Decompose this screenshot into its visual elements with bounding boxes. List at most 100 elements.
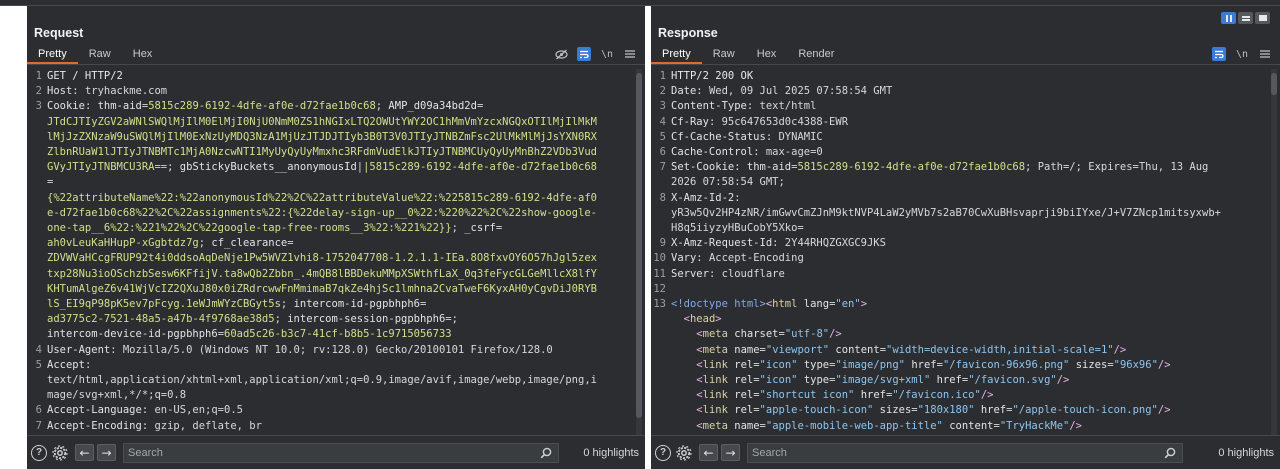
line-text: ah0vLeuKaHHupP-xGgbtdz7g; cf_clearance= (47, 236, 294, 251)
code-line: JTdCJTIyZGV2aWNlSWQlMjIlM0ElMjI0NjU0NmM0… (27, 115, 631, 130)
line-number (27, 175, 47, 190)
code-token: "TryHackMe" (999, 419, 1070, 432)
response-search-field[interactable] (747, 442, 1183, 463)
line-text: Cf-Ray: 95c647653d0c4388-EWR (671, 115, 848, 130)
code-token: lMjJzZXNzaW9uSWQlMjIlM0ExNzUyMDQ3NzA1MjU… (47, 130, 597, 143)
code-token: sizes (1075, 358, 1108, 371)
code-line: 11 Server: cloudflare (651, 267, 1266, 282)
code-token: ah0vLeuKaHHupP-xGgbtdz7g (47, 237, 199, 250)
code-token: > (715, 313, 722, 326)
response-editor[interactable]: 1 HTTP/2 200 OK 2 Date: Wed, 09 Jul 2025 07… (651, 69, 1266, 435)
code-token: intercom-session-pgpbhph6 (287, 313, 446, 326)
code-token: > (860, 298, 868, 311)
code-token: sizes (879, 404, 912, 417)
line-number (651, 221, 671, 236)
code-token: Set-Cookie (671, 161, 735, 174)
response-scrollbar[interactable] (1271, 69, 1277, 435)
line-text: {%22attributeName%22:%22anonymousId%22%2… (47, 191, 597, 206)
code-token: =; (445, 313, 458, 326)
code-token: AMP_d09a34bd2d (388, 100, 477, 113)
gear-icon[interactable] (675, 444, 693, 462)
request-tab-hex[interactable]: Hex (122, 46, 164, 64)
code-token: thm-aid (97, 100, 142, 113)
code-token: "viewport" (765, 343, 830, 356)
code-token: Content-Type (671, 100, 747, 113)
code-line: yR3w5Qv2HP4zNR/imGwvCmZJnM9ktNVP4LaW2yMV… (651, 206, 1266, 221)
line-text: <meta name="apple-mobile-web-app-title" … (671, 419, 1082, 434)
response-tab-pretty[interactable]: Pretty (651, 46, 702, 64)
previous-arrow-icon[interactable]: ← (75, 444, 94, 461)
code-token: gbStickyBuckets__anonymousId (179, 161, 357, 174)
help-icon[interactable]: ? (31, 444, 47, 461)
line-text: Cookie: thm-aid = 5815c289-6192-4dfe-af0e-… (47, 99, 483, 114)
code-token: 5815c289-6192-4dfe-af0e-d72fae1b0c68 (797, 161, 1026, 174)
code-token: : tryhackme.com (72, 85, 168, 98)
code-line: 2 Host: tryhackme.com (27, 84, 631, 99)
line-number (27, 327, 47, 342)
hide-nonprintable-icon[interactable] (554, 47, 568, 61)
line-number (651, 312, 671, 327)
single-pane-icon[interactable] (1255, 12, 1270, 24)
menu-icon[interactable] (623, 47, 637, 61)
wrap-lines-icon[interactable] (1212, 47, 1226, 61)
next-arrow-icon[interactable]: → (721, 444, 740, 461)
next-arrow-icon[interactable]: → (97, 444, 116, 461)
code-token: GVyJTIyJTNBMCU3RA== (47, 161, 168, 174)
search-icon[interactable] (540, 447, 552, 459)
code-token: : en-US,en;q=0.5 (141, 404, 243, 417)
newline-icon[interactable]: \n (600, 47, 614, 61)
wrap-lines-icon[interactable] (577, 47, 591, 61)
split-horizontal-icon[interactable] (1238, 12, 1253, 24)
code-token: link (702, 374, 728, 387)
code-token: ; (167, 161, 180, 174)
help-icon[interactable]: ? (655, 444, 671, 461)
code-token: : 2Y44RHQZGXGC9JKS (772, 237, 886, 250)
response-search-input[interactable] (748, 446, 1182, 459)
code-token: charset (734, 328, 779, 341)
code-line: <meta name="viewport" content="width=dev… (651, 343, 1266, 358)
previous-arrow-icon[interactable]: ← (699, 444, 718, 461)
response-tab-hex[interactable]: Hex (746, 46, 788, 64)
code-token: /> (980, 389, 994, 402)
line-text: yR3w5Qv2HP4zNR/imGwvCmZJnM9ktNVP4LaW2yMV… (671, 206, 1221, 221)
code-token: ; (375, 100, 389, 113)
code-token: content (949, 419, 994, 432)
code-token: html (772, 298, 798, 311)
code-line: 12 (651, 282, 1266, 297)
line-number (651, 403, 671, 418)
line-number: 2 (35, 85, 42, 98)
code-line: txp28Nu3ioOSchzbSesw6KFfijV.ta8wQb2Zbbn_… (27, 267, 631, 282)
code-line: 9 X-Amz-Request-Id: 2Y44RHQZGXGC9JKS (651, 236, 1266, 251)
code-line: intercom-device-id-pgpbhph6=60ad5c26-b3c… (27, 327, 631, 342)
newline-icon[interactable]: \n (1235, 47, 1249, 61)
code-token: type (803, 358, 830, 371)
code-token: : (84, 358, 92, 371)
line-text: Accept-Encoding: gzip, deflate, br (47, 419, 262, 434)
line-number (27, 388, 47, 403)
response-tab-raw[interactable]: Raw (702, 46, 746, 64)
request-search-field[interactable] (123, 442, 559, 463)
response-bottom-bar: ? ← → 0 highlights (651, 435, 1280, 469)
line-number: 1 (659, 70, 666, 82)
code-token: Accept-Encoding (47, 419, 142, 432)
line-number (27, 267, 47, 282)
line-number (651, 343, 671, 358)
request-search-input[interactable] (124, 446, 558, 459)
menu-icon[interactable] (1258, 47, 1272, 61)
response-tab-render[interactable]: Render (787, 46, 845, 64)
request-editor[interactable]: 1 GET / HTTP/2 2 Host: tryhackme.com 3 Cookie… (27, 69, 631, 435)
line-number: 11 (653, 267, 666, 280)
line-text: KHTumAlgeZ6v41WjVcIZ2QXuJ80x0iZRdrcwwFnM… (47, 282, 597, 297)
request-tab-pretty[interactable]: Pretty (27, 46, 78, 64)
gear-icon[interactable] (51, 444, 69, 462)
split-vertical-icon[interactable] (1221, 12, 1236, 24)
request-scrollbar[interactable] (636, 69, 642, 435)
code-token: href (936, 374, 962, 387)
request-tab-raw[interactable]: Raw (78, 46, 122, 64)
code-line: <link rel="apple-touch-icon" sizes="180x… (651, 403, 1266, 418)
search-icon[interactable] (1164, 447, 1176, 459)
code-token: GET / HTTP/2 (47, 70, 123, 82)
